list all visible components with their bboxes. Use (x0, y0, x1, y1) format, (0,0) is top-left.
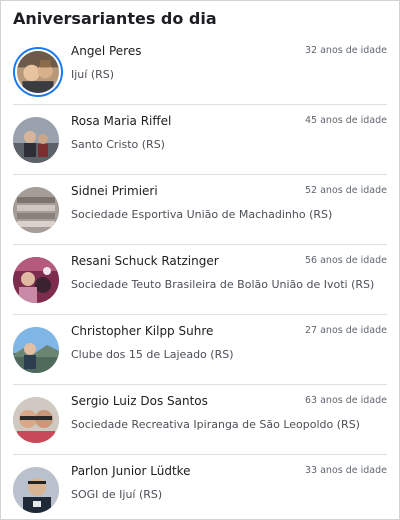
person-club: Sociedade Esportiva União de Machadinho … (71, 208, 333, 221)
person-age: 32 anos de idade (305, 45, 387, 56)
person-name[interactable]: Sidnei Primieri (71, 184, 158, 198)
panel-title: Aniversariantes do dia (13, 9, 217, 28)
birthday-list: Angel Peres 32 anos de idade Ijuí (RS) R… (1, 35, 399, 519)
list-item[interactable]: Sergio Luiz Dos Santos 63 anos de idade … (13, 385, 387, 455)
avatar[interactable] (13, 467, 59, 513)
person-name[interactable]: Resani Schuck Ratzinger (71, 254, 219, 268)
person-name[interactable]: Parlon Junior Lüdtke (71, 464, 191, 478)
person-age: 56 anos de idade (305, 255, 387, 266)
person-age: 52 anos de idade (305, 185, 387, 196)
person-club: Ijuí (RS) (71, 68, 115, 81)
list-item[interactable]: Angel Peres 32 anos de idade Ijuí (RS) (13, 35, 387, 105)
list-item[interactable]: Resani Schuck Ratzinger 56 anos de idade… (13, 245, 387, 315)
person-name[interactable]: Christopher Kilpp Suhre (71, 324, 213, 338)
person-name[interactable]: Sergio Luiz Dos Santos (71, 394, 208, 408)
person-club: Santo Cristo (RS) (71, 138, 165, 151)
birthdays-panel: Aniversariantes do dia Angel Peres 32 an… (0, 0, 400, 520)
list-item[interactable]: Parlon Junior Lüdtke 33 anos de idade SO… (13, 455, 387, 519)
person-club: SOGI de Ijuí (RS) (71, 488, 163, 501)
person-club: Sociedade Teuto Brasileira de Bolão Uniã… (71, 278, 375, 291)
person-name[interactable]: Rosa Maria Riffel (71, 114, 171, 128)
person-name[interactable]: Angel Peres (71, 44, 141, 58)
person-age: 33 anos de idade (305, 465, 387, 476)
person-age: 45 anos de idade (305, 115, 387, 126)
person-club: Clube dos 15 de Lajeado (RS) (71, 348, 234, 361)
avatar[interactable] (13, 117, 59, 163)
avatar[interactable] (13, 187, 59, 233)
avatar[interactable] (15, 49, 61, 95)
avatar[interactable] (13, 397, 59, 443)
person-age: 27 anos de idade (305, 325, 387, 336)
list-item[interactable]: Rosa Maria Riffel 45 anos de idade Santo… (13, 105, 387, 175)
avatar[interactable] (13, 327, 59, 373)
person-club: Sociedade Recreativa Ipiranga de São Leo… (71, 418, 360, 431)
person-age: 63 anos de idade (305, 395, 387, 406)
list-item[interactable]: Christopher Kilpp Suhre 27 anos de idade… (13, 315, 387, 385)
list-item[interactable]: Sidnei Primieri 52 anos de idade Socieda… (13, 175, 387, 245)
avatar[interactable] (13, 257, 59, 303)
